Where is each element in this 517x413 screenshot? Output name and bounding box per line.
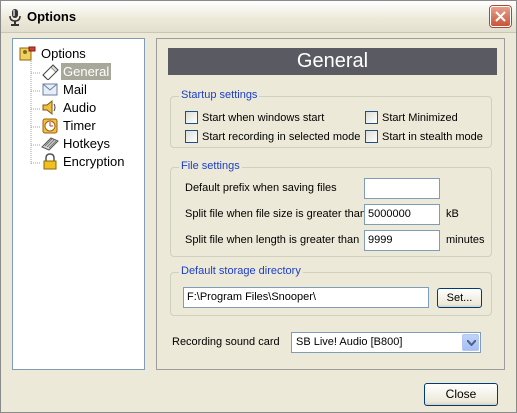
checkbox-box[interactable] bbox=[185, 111, 198, 124]
checkbox-label: Start Minimized bbox=[382, 112, 458, 124]
size-unit: kB bbox=[446, 208, 459, 220]
split-length-label: Split file when length is greater than bbox=[185, 234, 360, 246]
window-title: Options bbox=[27, 9, 77, 24]
microphone-icon bbox=[7, 8, 23, 26]
length-unit: minutes bbox=[446, 234, 485, 246]
set-directory-button[interactable]: Set... bbox=[437, 288, 482, 308]
checkbox-label: Start when windows start bbox=[202, 112, 325, 124]
dropdown-arrow[interactable] bbox=[462, 334, 479, 351]
mail-icon bbox=[41, 81, 59, 98]
close-button[interactable]: Close bbox=[424, 383, 498, 406]
split-size-input[interactable]: 5000000 bbox=[364, 204, 440, 225]
tree-item-label: Audio bbox=[63, 100, 97, 115]
group-legend: Default storage directory bbox=[179, 265, 303, 277]
group-legend: Startup settings bbox=[179, 89, 260, 101]
chevron-down-icon bbox=[467, 340, 476, 346]
checkbox-box[interactable] bbox=[365, 111, 378, 124]
checkbox-label: Start in stealth mode bbox=[382, 131, 483, 143]
tree-item-label: Hotkeys bbox=[63, 136, 110, 151]
pen-eraser-icon bbox=[41, 63, 59, 81]
checkbox-label: Start recording in selected mode bbox=[202, 131, 361, 143]
tree-item-label: Mail bbox=[63, 82, 87, 97]
title-bar[interactable]: Options bbox=[1, 1, 516, 33]
storage-directory-group: Default storage directory F:\Program Fil… bbox=[170, 265, 492, 316]
sound-card-select[interactable]: SB Live! Audio [B800] bbox=[291, 332, 481, 353]
speaker-icon bbox=[41, 99, 59, 116]
split-length-input[interactable]: 9999 bbox=[364, 230, 440, 251]
startup-settings-group: Startup settings Start when windows star… bbox=[170, 89, 492, 148]
clock-icon bbox=[41, 117, 59, 134]
tree-item-label: Encryption bbox=[63, 154, 125, 169]
options-window: Options Options General Mail Audio Timer… bbox=[0, 0, 517, 413]
prefix-input[interactable] bbox=[364, 178, 440, 199]
checkbox-box[interactable] bbox=[185, 130, 198, 143]
prefix-label: Default prefix when saving files bbox=[185, 182, 337, 194]
checkbox-box[interactable] bbox=[365, 130, 378, 143]
keyboard-icon bbox=[41, 135, 59, 152]
sound-card-value: SB Live! Audio [B800] bbox=[296, 336, 403, 348]
tree-item-label: Timer bbox=[63, 118, 96, 133]
group-legend: File settings bbox=[179, 160, 242, 172]
tree-item-label: General bbox=[61, 63, 112, 80]
lock-icon bbox=[41, 153, 59, 170]
panel-header: General bbox=[168, 48, 497, 75]
split-size-label: Split file when file size is greater tha… bbox=[185, 208, 366, 220]
sound-card-label: Recording sound card bbox=[172, 336, 280, 348]
options-tree[interactable]: Options General Mail Audio Timer Hotkeys… bbox=[12, 38, 145, 370]
tree-root-label: Options bbox=[41, 46, 86, 61]
keys-icon bbox=[19, 45, 37, 62]
storage-path-input[interactable]: F:\Program Files\Snooper\ bbox=[183, 287, 429, 308]
title-close-button[interactable] bbox=[490, 6, 511, 27]
file-settings-group: File settings Default prefix when saving… bbox=[170, 160, 492, 257]
general-panel: General Startup settings Start when wind… bbox=[156, 38, 505, 370]
